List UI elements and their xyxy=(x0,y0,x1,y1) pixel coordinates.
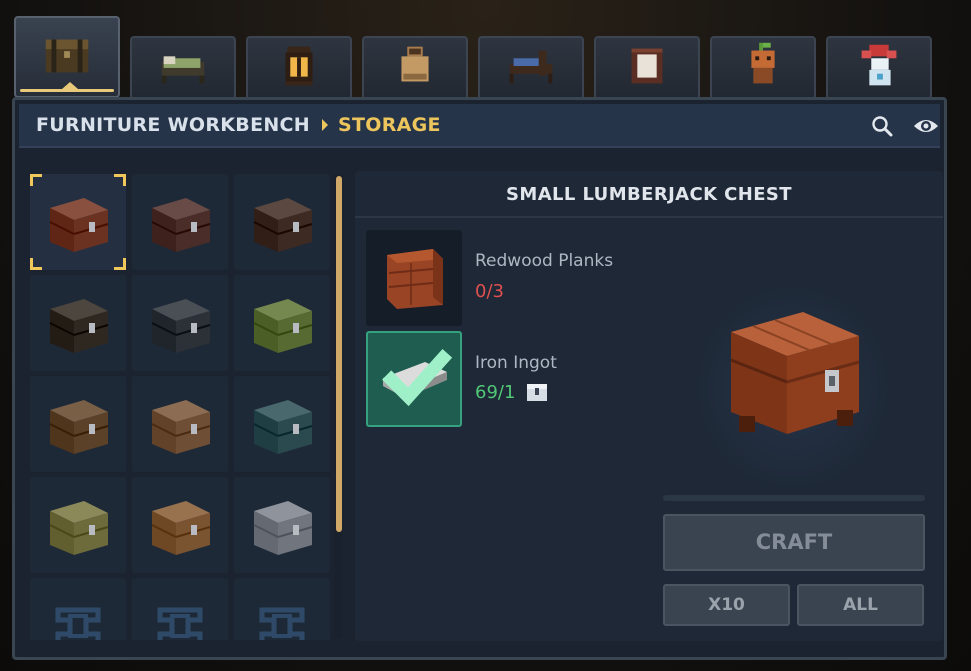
locked-slot-icon xyxy=(157,607,203,640)
chest-icon xyxy=(38,29,96,85)
ingredient-name-1: Redwood Planks xyxy=(475,251,614,271)
ingredient-count-2: 69/1 xyxy=(475,382,516,403)
check-icon xyxy=(378,336,456,418)
grid-item-chest-mossy[interactable] xyxy=(234,275,330,371)
grid-item-small-lumberjack-chest[interactable] xyxy=(30,174,126,270)
grid-scrollbar-thumb[interactable] xyxy=(336,176,342,532)
selection-corner xyxy=(30,174,42,186)
grid-item-chest-steel[interactable] xyxy=(132,275,228,371)
ingredient-count-1: 0/3 xyxy=(475,281,504,302)
breadcrumb-separator-icon xyxy=(322,119,328,131)
tab-storage[interactable] xyxy=(14,16,120,98)
redwood-planks-icon xyxy=(375,237,453,319)
selection-corner xyxy=(30,258,42,270)
chest-icon xyxy=(151,198,211,252)
category-tabs xyxy=(14,16,944,100)
locked-slot-icon xyxy=(55,607,101,640)
tab-beds[interactable] xyxy=(130,36,236,100)
grid-item-chest-dark[interactable] xyxy=(132,174,228,270)
grid-item-chest-teal[interactable] xyxy=(234,376,330,472)
tab-tables[interactable] xyxy=(478,36,584,100)
tab-seasonal[interactable] xyxy=(826,36,932,100)
chest-icon xyxy=(253,299,313,353)
craft-x10-button[interactable]: X10 xyxy=(663,584,790,626)
selection-corner xyxy=(114,258,126,270)
chest-icon xyxy=(49,501,109,555)
locked-slot-icon xyxy=(259,607,305,640)
tab-figures[interactable] xyxy=(710,36,816,100)
chest-icon xyxy=(151,400,211,454)
chest-icon xyxy=(253,501,313,555)
tab-lighting[interactable] xyxy=(246,36,352,100)
grid-item-chest-wooden[interactable] xyxy=(30,376,126,472)
crafting-panel: FURNITURE WORKBENCH STORAGE SMALL LUMBER… xyxy=(12,97,947,660)
grid-scrollbar[interactable] xyxy=(335,174,343,638)
craft-progress-bar xyxy=(663,495,925,501)
recipe-detail: SMALL LUMBERJACK CHEST Redwood Planks 0/… xyxy=(355,171,943,641)
lumberjack-chest-preview-icon xyxy=(713,294,873,458)
grid-item-locked-3[interactable] xyxy=(234,578,330,640)
panel-header: FURNITURE WORKBENCH STORAGE xyxy=(19,104,940,148)
selection-corner xyxy=(114,174,126,186)
breadcrumb-storage: STORAGE xyxy=(338,114,441,136)
search-icon[interactable] xyxy=(868,112,896,140)
grid-item-chest-stone[interactable] xyxy=(234,477,330,573)
ingredient-slot-iron-ingot[interactable] xyxy=(366,331,462,427)
grid-item-locked-2[interactable] xyxy=(132,578,228,640)
grid-item-locked-1[interactable] xyxy=(30,578,126,640)
lamp-icon xyxy=(618,40,676,96)
chest-icon xyxy=(151,299,211,353)
vase-icon xyxy=(386,40,444,96)
item-preview xyxy=(673,261,913,491)
chest-icon xyxy=(49,299,109,353)
recipe-title: SMALL LUMBERJACK CHEST xyxy=(355,171,943,218)
grid-item-chest-dim[interactable] xyxy=(30,275,126,371)
grid-item-chest-olive[interactable] xyxy=(30,477,126,573)
chest-icon xyxy=(49,400,109,454)
chest-icon xyxy=(253,198,313,252)
sprout-figure-icon xyxy=(734,40,792,96)
ingredient-slot-redwood-planks[interactable] xyxy=(366,230,462,326)
chest-icon xyxy=(49,198,109,252)
snowman-icon xyxy=(850,40,908,96)
chest-icon xyxy=(151,501,211,555)
grid-item-chest-iron-banded[interactable] xyxy=(234,174,330,270)
storage-chest-icon xyxy=(526,382,548,402)
eye-icon[interactable] xyxy=(912,112,940,140)
blue-bed-icon xyxy=(502,40,560,96)
grid-item-chest-bound[interactable] xyxy=(132,376,228,472)
chest-icon xyxy=(253,400,313,454)
grid-item-chest-oak[interactable] xyxy=(132,477,228,573)
ingredient-name-2: Iron Ingot xyxy=(475,353,557,373)
breadcrumb-workbench[interactable]: FURNITURE WORKBENCH xyxy=(36,114,310,136)
craft-all-button[interactable]: ALL xyxy=(797,584,924,626)
item-grid xyxy=(30,174,332,640)
lantern-icon xyxy=(270,40,328,96)
craft-button[interactable]: CRAFT xyxy=(663,514,925,571)
tab-lamps[interactable] xyxy=(594,36,700,100)
bed-icon xyxy=(154,40,212,96)
tab-decor[interactable] xyxy=(362,36,468,100)
